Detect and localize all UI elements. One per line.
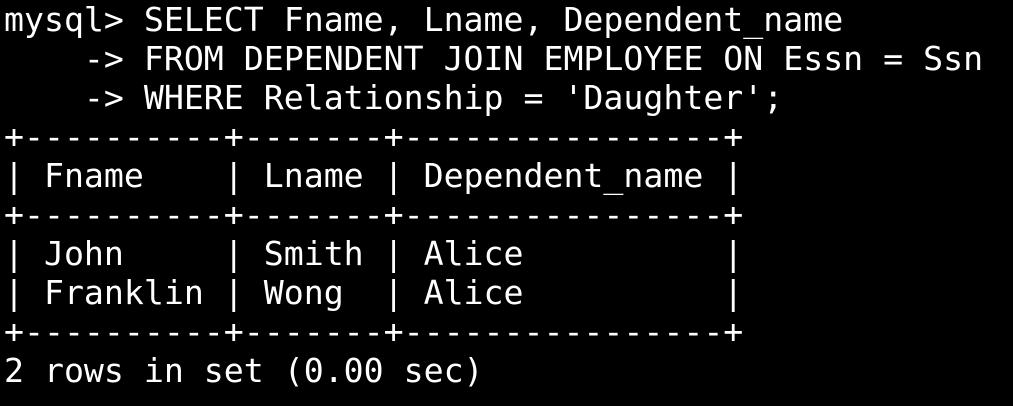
table-row: | Franklin | Wong | Alice | (4, 273, 744, 312)
result-status: 2 rows in set (0.00 sec) (4, 351, 484, 390)
query-line-from: -> FROM DEPENDENT JOIN EMPLOYEE ON Essn … (4, 39, 984, 78)
table-border-header: +----------+-------+----------------+ (4, 195, 744, 234)
table-header-row: | Fname | Lname | Dependent_name | (4, 156, 744, 195)
table-border-top: +----------+-------+----------------+ (4, 117, 744, 156)
table-row: | John | Smith | Alice | (4, 234, 744, 273)
query-line-where: -> WHERE Relationship = 'Daughter'; (4, 78, 784, 117)
table-border-bottom: +----------+-------+----------------+ (4, 312, 744, 351)
query-line-select: mysql> SELECT Fname, Lname, Dependent_na… (4, 0, 844, 39)
terminal-window[interactable]: mysql> SELECT Fname, Lname, Dependent_na… (0, 0, 1013, 406)
